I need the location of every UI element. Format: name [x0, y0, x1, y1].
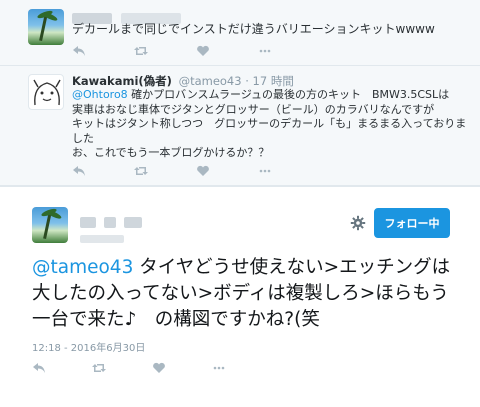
reply-button[interactable] — [32, 361, 92, 375]
like-button[interactable] — [196, 44, 258, 58]
retweet-button[interactable] — [92, 361, 152, 375]
heart-icon — [153, 362, 165, 373]
more-button[interactable] — [258, 164, 320, 178]
gear-icon — [350, 215, 366, 231]
reply-mention[interactable]: @Ohtoro8 — [72, 88, 128, 101]
more-button[interactable] — [258, 44, 320, 58]
tweet-time[interactable]: 17 時間 — [253, 74, 294, 88]
tweet-item[interactable]: デカールまで同じでインストだけ違うバリエーションキットwwww — [0, 0, 480, 66]
more-icon — [213, 366, 225, 370]
tweet-item[interactable]: Kawakami(偽者) @tameo43 · 17 時間 @Ohtoro8 確… — [0, 66, 480, 186]
reply-button[interactable] — [72, 164, 134, 178]
retweet-icon — [134, 167, 148, 175]
avatar[interactable] — [28, 74, 64, 110]
retweet-icon — [134, 47, 148, 55]
tweet-timestamp[interactable]: 12:18 - 2016年6月30日 — [32, 339, 145, 354]
reply-mention[interactable]: @tameo43 — [32, 257, 133, 278]
retweet-button[interactable] — [134, 164, 196, 178]
tweet-header: Kawakami(偽者) @tameo43 · 17 時間 — [72, 73, 294, 89]
avatar[interactable] — [32, 207, 68, 243]
author-handle-redacted — [80, 228, 124, 247]
author-handle[interactable]: @tameo43 — [179, 74, 242, 88]
face-drawing-icon — [33, 79, 61, 106]
focused-tweet: フォロー中 @tameo43 タイヤどうせ使えない>エッチングは大したの入ってな… — [0, 186, 480, 407]
like-button[interactable] — [152, 361, 212, 375]
tweet-actions — [72, 164, 320, 178]
separator: · — [245, 74, 249, 88]
heart-icon — [197, 165, 209, 176]
more-icon — [259, 169, 271, 173]
more-button[interactable] — [212, 361, 272, 375]
settings-button[interactable] — [350, 215, 366, 231]
tweet-actions — [72, 44, 320, 58]
retweet-icon — [92, 364, 106, 372]
reply-icon — [73, 166, 85, 176]
heart-icon — [197, 45, 209, 56]
reply-icon — [33, 363, 45, 373]
reply-icon — [73, 46, 85, 56]
tweet-text: @Ohtoro8 確かプロバンスムラージュの最後の方のキット BMW3.5CSL… — [72, 88, 467, 159]
tweet-text: デカールまで同じでインストだけ違うバリエーションキットwwww — [72, 22, 435, 36]
author-name[interactable]: Kawakami(偽者) — [72, 74, 172, 88]
tweet-text: @tameo43 タイヤどうせ使えない>エッチングは大したの入ってない>ボディは… — [32, 257, 451, 330]
tweet-actions — [32, 361, 272, 375]
reply-button[interactable] — [72, 44, 134, 58]
avatar[interactable] — [28, 9, 64, 45]
more-icon — [259, 49, 271, 53]
following-button[interactable]: フォロー中 — [374, 208, 450, 238]
like-button[interactable] — [196, 164, 258, 178]
retweet-button[interactable] — [134, 44, 196, 58]
